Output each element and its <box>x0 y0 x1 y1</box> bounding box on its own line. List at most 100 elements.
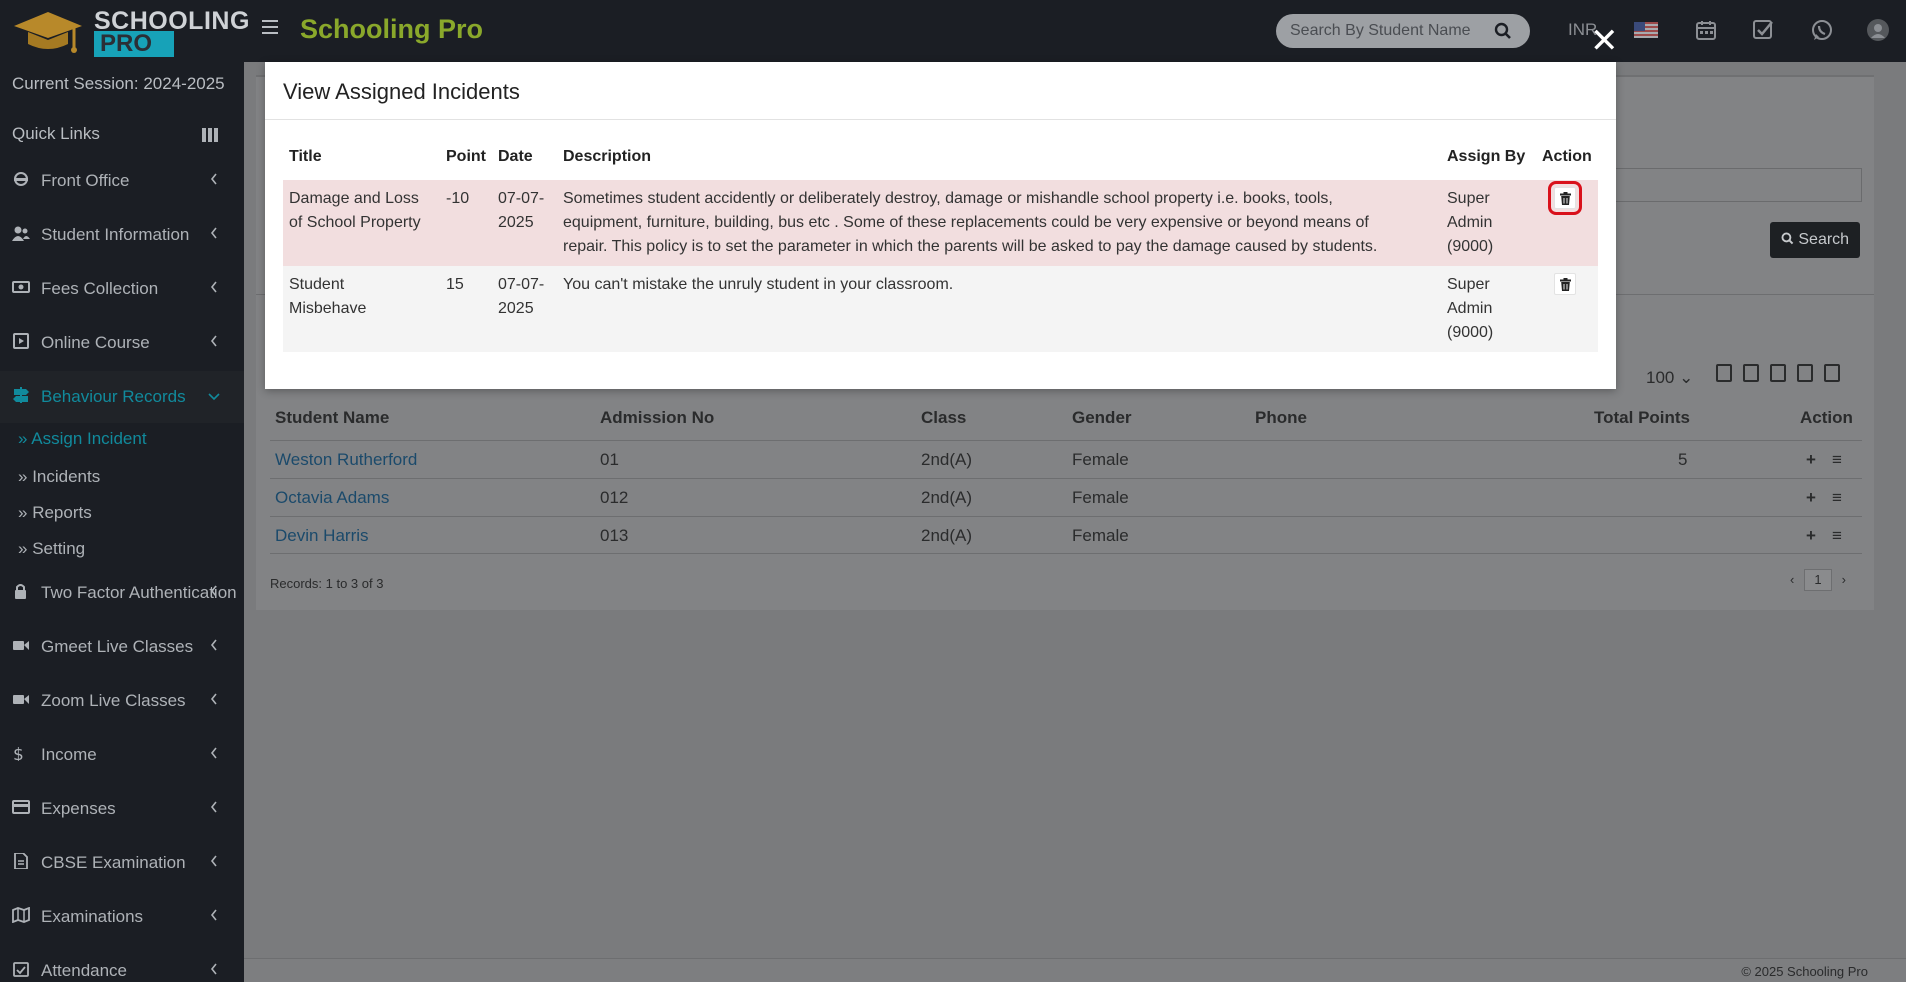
sidebar-item-label: Examinations <box>41 907 144 926</box>
student-name-link[interactable]: Weston Rutherford <box>275 450 417 470</box>
col-total-points[interactable]: Total Points <box>1594 408 1690 428</box>
delete-incident-button[interactable] <box>1554 273 1576 295</box>
pdf-icon[interactable] <box>1797 364 1813 382</box>
class: 2nd(A) <box>921 450 973 469</box>
col-point: Point <box>446 148 486 165</box>
col-gender[interactable]: Gender <box>1072 408 1132 428</box>
sidebar-item-fees-collection[interactable]: Fees Collection <box>0 263 244 315</box>
menu-list-icon[interactable]: ≡ <box>1832 488 1842 508</box>
col-action: Action <box>1542 148 1592 165</box>
table-row: Weston Rutherford 01 2nd(A) Female 5 + ≡ <box>270 440 1862 478</box>
headset-icon <box>14 172 28 186</box>
incident-point: -10 <box>446 190 470 207</box>
search-icon <box>1781 232 1794 245</box>
chevron-left-icon <box>210 281 217 293</box>
chevron-left-icon <box>210 173 217 185</box>
incident-row: Student Misbehave 15 07-07- 2025 You can't… <box>283 266 1598 352</box>
sidebar-item-examinations[interactable]: Examinations <box>0 891 244 943</box>
quick-links[interactable]: Quick Links <box>12 124 100 144</box>
delete-incident-button[interactable] <box>1548 181 1582 215</box>
copyright: © 2025 Schooling Pro <box>1741 964 1868 979</box>
close-icon[interactable]: ✕ <box>1590 24 1619 58</box>
trash-icon <box>1560 192 1571 205</box>
submenu-setting[interactable]: » Setting <box>18 539 85 559</box>
next-page-icon[interactable]: › <box>1842 572 1846 587</box>
add-icon[interactable]: + <box>1806 488 1816 508</box>
export-toolbar <box>1716 364 1858 386</box>
sidebar-item-label: Behaviour Records <box>41 387 186 406</box>
us-flag-icon[interactable] <box>1634 22 1658 38</box>
sidebar-item-zoom-live-classes[interactable]: Zoom Live Classes <box>0 675 244 727</box>
app-logo[interactable]: SCHOOLING PRO <box>10 4 249 58</box>
user-avatar-icon[interactable] <box>1866 18 1890 42</box>
sidebar-item-label: Student Information <box>41 225 190 244</box>
menu-list-icon[interactable]: ≡ <box>1832 450 1842 470</box>
sidebar-item-label: Expenses <box>41 799 116 818</box>
sidebar-item-cbse-examination[interactable]: CBSE Examination <box>0 837 244 889</box>
sidebar-item-gmeet-live-classes[interactable]: Gmeet Live Classes <box>0 621 244 673</box>
incident-date: 07-07- 2025 <box>498 276 545 317</box>
col-student-name[interactable]: Student Name <box>275 408 389 428</box>
page-size-select[interactable]: 100 ⌄ <box>1646 368 1693 388</box>
view-assigned-incidents-modal: View Assigned Incidents Title Point Date… <box>265 62 1616 389</box>
dollar-icon: $ <box>13 745 24 761</box>
checklist-icon[interactable] <box>1751 18 1775 42</box>
signpost-icon <box>13 387 29 403</box>
modal-header: View Assigned Incidents <box>265 62 1616 120</box>
col-phone[interactable]: Phone <box>1255 408 1307 428</box>
table-row: Devin Harris 013 2nd(A) Female + ≡ <box>270 516 1862 554</box>
sidebar-item-attendance[interactable]: Attendance <box>0 945 244 982</box>
filter-select[interactable] <box>1614 168 1862 202</box>
chevron-left-icon <box>210 909 217 921</box>
search-button[interactable]: Search <box>1770 222 1860 258</box>
add-icon[interactable]: + <box>1806 450 1816 470</box>
col-class[interactable]: Class <box>921 408 966 428</box>
svg-text:$: $ <box>13 745 24 761</box>
video-camera-icon <box>13 695 29 704</box>
csv-icon[interactable] <box>1770 364 1786 382</box>
map-icon <box>12 907 30 923</box>
sidebar-item-label: Online Course <box>41 333 150 352</box>
chevron-left-icon <box>210 227 217 239</box>
chevron-left-icon <box>210 747 217 759</box>
calendar-icon[interactable] <box>1694 18 1718 42</box>
grid-icon[interactable] <box>202 128 218 142</box>
hamburger-menu-icon[interactable] <box>262 20 278 36</box>
print-icon[interactable] <box>1824 364 1840 382</box>
submenu-incidents[interactable]: » Incidents <box>18 467 100 487</box>
col-admission-no[interactable]: Admission No <box>600 408 714 428</box>
gender: Female <box>1072 450 1129 469</box>
sidebar-item-income[interactable]: $ Income <box>0 729 244 781</box>
gender: Female <box>1072 488 1129 507</box>
video-file-icon <box>13 333 29 349</box>
submenu-assign-incident[interactable]: » Assign Incident <box>18 429 147 449</box>
sidebar-item-behaviour-records[interactable]: Behaviour Records <box>0 371 244 423</box>
incident-row: Damage and Loss of School Property -10 07… <box>283 180 1598 266</box>
incident-assigned-by: Super Admin (9000) <box>1447 276 1494 341</box>
student-search-input[interactable] <box>1290 22 1470 40</box>
chevron-left-icon <box>210 963 217 975</box>
menu-list-icon[interactable]: ≡ <box>1832 526 1842 546</box>
sidebar-item-expenses[interactable]: Expenses <box>0 783 244 835</box>
prev-page-icon[interactable]: ‹ <box>1790 572 1794 587</box>
incident-title: Student Misbehave <box>289 276 367 317</box>
sidebar-item-online-course[interactable]: Online Course <box>0 317 244 369</box>
student-name-link[interactable]: Devin Harris <box>275 526 369 546</box>
video-camera-icon <box>13 641 29 650</box>
student-name-link[interactable]: Octavia Adams <box>275 488 389 508</box>
sidebar-item-two-factor-authentication[interactable]: Two Factor Authentication <box>0 567 244 619</box>
whatsapp-icon[interactable] <box>1810 18 1834 42</box>
student-search-box[interactable] <box>1276 14 1530 48</box>
copy-icon[interactable] <box>1716 364 1732 382</box>
chevron-left-icon <box>210 693 217 705</box>
user-group-icon <box>12 226 30 241</box>
search-icon[interactable] <box>1494 22 1512 40</box>
sidebar-item-front-office[interactable]: Front Office <box>0 155 244 207</box>
excel-icon[interactable] <box>1743 364 1759 382</box>
add-icon[interactable]: + <box>1806 526 1816 546</box>
lock-icon <box>15 584 26 599</box>
submenu-reports[interactable]: » Reports <box>18 503 92 523</box>
footer: © 2025 Schooling Pro <box>244 958 1906 982</box>
page-number[interactable]: 1 <box>1803 569 1832 591</box>
sidebar-item-student-information[interactable]: Student Information <box>0 209 244 261</box>
